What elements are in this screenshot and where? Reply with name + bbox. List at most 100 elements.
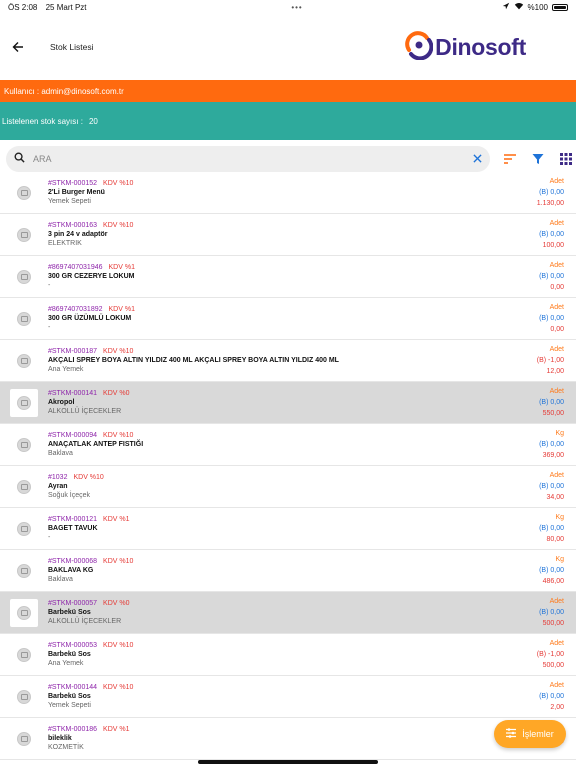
thumbnail-wrap xyxy=(0,353,48,368)
kdv-rate: KDV %10 xyxy=(103,179,134,187)
stock-info: #STKM-000057 KDV %0 Barbekü Sos ALKOLLÜ İÇE… xyxy=(48,600,486,626)
code-line: #STKM-000094 KDV %10 xyxy=(48,432,486,440)
stock-code: #1032 xyxy=(48,473,68,481)
image-placeholder-icon xyxy=(17,437,31,452)
image-placeholder-icon xyxy=(17,563,31,578)
stock-quantity: (B) -1,00 xyxy=(536,650,564,658)
stock-row[interactable]: #STKM-000187 KDV %10 AKÇALI SPREY BOYA ALT… xyxy=(0,340,576,382)
stock-name: Akropol xyxy=(48,398,75,406)
stock-row[interactable]: #STKM-000094 KDV %10 ANAÇATLAK ANTEP FISTI… xyxy=(0,424,576,466)
kdv-rate: KDV %10 xyxy=(103,641,134,649)
stock-code: #STKM-000163 xyxy=(48,221,98,229)
stock-name: BAKLAVA KG xyxy=(48,566,94,574)
stock-row[interactable]: #STKM-000186KDV %1bileklikKOZMETİK16,00 xyxy=(0,718,576,760)
stock-info: #STKM-000163 KDV %10 3 pin 24 v adaptör ELE… xyxy=(48,222,486,248)
stock-code: #STKM-000053 xyxy=(48,641,98,649)
kdv-rate: KDV %1 xyxy=(108,305,135,313)
back-arrow-icon[interactable] xyxy=(8,37,28,57)
stock-unit: Adet xyxy=(549,303,564,311)
image-placeholder-icon xyxy=(17,269,31,284)
stock-row[interactable]: #STKM-000068 KDV %10 BAKLAVA KG Baklava Kg (B… xyxy=(0,550,576,592)
image-placeholder-icon xyxy=(17,647,31,662)
stock-name: 300 GR ÜZÜMLÜ LOKUM xyxy=(48,314,132,322)
search-input[interactable] xyxy=(33,154,473,164)
status-date: 25 Mart Pzt xyxy=(45,2,87,12)
filter-icon[interactable] xyxy=(530,151,546,167)
stock-name: ANAÇATLAK ANTEP FISTIĞI xyxy=(48,440,144,448)
stock-name: Barbekü Sos xyxy=(48,608,91,616)
stock-code: #8697407031892 xyxy=(48,305,103,313)
stock-values: Adet (B) 0,00 1.130,00 xyxy=(486,178,576,208)
code-line: #STKM-000053 KDV %10 xyxy=(48,642,486,650)
stock-code: #STKM-000057 xyxy=(48,599,98,607)
stock-quantity: (B) 0,00 xyxy=(539,440,564,448)
islemler-button[interactable]: İşlemler xyxy=(494,720,566,748)
stock-info: #STKM-000053 KDV %10 Barbekü Sos Ana Yemek xyxy=(48,642,486,668)
code-line: #STKM-000186 KDV %1 xyxy=(48,726,486,734)
stock-quantity: (B) 0,00 xyxy=(539,188,564,196)
islemler-label: İşlemler xyxy=(522,729,554,739)
search-row xyxy=(0,142,576,176)
stock-group: Soğuk İçeçek xyxy=(48,491,91,499)
stock-code: #STKM-000094 xyxy=(48,431,98,439)
stock-price: 1.130,00 xyxy=(536,199,564,207)
stock-code: #STKM-000141 xyxy=(48,389,98,397)
stock-group: Ana Yemek xyxy=(48,659,84,667)
stock-row[interactable]: #STKM-000163 KDV %10 3 pin 24 v adaptör ELE… xyxy=(0,214,576,256)
battery-percent: %100 xyxy=(527,2,548,12)
code-line: #STKM-000121 KDV %1 xyxy=(48,516,486,524)
stock-values: Adet (B) -1,00 12,00 xyxy=(486,346,576,376)
kdv-rate: KDV %10 xyxy=(103,683,134,691)
stock-code: #STKM-000186 xyxy=(48,725,98,733)
stock-row[interactable]: #STKM-000057 KDV %0 Barbekü Sos ALKOLLÜ İÇE… xyxy=(0,592,576,634)
code-line: #STKM-000152 KDV %10 xyxy=(48,180,486,188)
kdv-rate: KDV %10 xyxy=(103,431,134,439)
thumbnail-wrap xyxy=(0,598,48,627)
home-indicator[interactable] xyxy=(198,760,378,764)
stock-values: Adet (B) 0,00 2,00 xyxy=(486,682,576,712)
logo-mark-icon xyxy=(405,30,434,65)
stock-quantity: (B) 0,00 xyxy=(539,524,564,532)
stock-quantity: (B) 0,00 xyxy=(539,272,564,280)
code-line: #1032 KDV %10 xyxy=(48,474,486,482)
stock-values: Kg (B) 0,00 369,00 xyxy=(486,430,576,460)
stock-group: - xyxy=(48,281,51,289)
grid-view-icon[interactable] xyxy=(558,151,574,167)
stock-code: #STKM-000068 xyxy=(48,557,98,565)
thumbnail-box xyxy=(10,388,38,417)
stock-group: - xyxy=(48,323,51,331)
wifi-icon xyxy=(514,2,524,12)
stock-row[interactable]: #STKM-000141 KDV %0 Akropol ALKOLLÜ İÇECEKL… xyxy=(0,382,576,424)
search-box[interactable] xyxy=(6,146,490,172)
clear-search-icon[interactable] xyxy=(473,150,482,168)
stock-quantity: (B) 0,00 xyxy=(539,230,564,238)
stock-unit: Adet xyxy=(549,681,564,689)
kdv-rate: KDV %1 xyxy=(108,263,135,271)
stock-row[interactable]: #STKM-000144 KDV %10 Barbekü Sos Yemek Sepe… xyxy=(0,676,576,718)
stock-info: #STKM-000186 KDV %1 bileklik KOZMETİK xyxy=(48,726,486,752)
code-line: #STKM-000144 KDV %10 xyxy=(48,684,486,692)
stock-row[interactable]: #8697407031892 KDV %1 300 GR ÜZÜMLÜ LOKUM -… xyxy=(0,298,576,340)
stock-values: Adet (B) 0,00 34,00 xyxy=(486,472,576,502)
stock-info: #8697407031892 KDV %1 300 GR ÜZÜMLÜ LOKUM - xyxy=(48,306,486,332)
stock-price: 2,00 xyxy=(550,703,564,711)
stock-row[interactable]: #STKM-000152 KDV %10 2'Li Burger Menü Yemek… xyxy=(0,172,576,214)
kdv-rate: KDV %1 xyxy=(103,725,130,733)
stock-unit: Kg xyxy=(555,429,564,437)
stock-group: ELEKTRIK xyxy=(48,239,82,247)
stock-quantity: (B) 0,00 xyxy=(539,692,564,700)
multitask-dots[interactable]: ••• xyxy=(291,3,302,12)
sort-icon[interactable] xyxy=(502,151,518,167)
stock-row[interactable]: #1032 KDV %10 Ayran Soğuk İçeçek Adet (B) 0,0… xyxy=(0,466,576,508)
stock-price: 0,00 xyxy=(550,283,564,291)
stock-row[interactable]: #STKM-000053 KDV %10 Barbekü Sos Ana Yemek A… xyxy=(0,634,576,676)
status-left: ÖS 2:08 25 Mart Pzt xyxy=(8,3,93,12)
stock-name: 2'Li Burger Menü xyxy=(48,188,105,196)
code-line: #STKM-000068 KDV %10 xyxy=(48,558,486,566)
stock-row[interactable]: #STKM-000121 KDV %1 BAGET TAVUK - Kg (B) 0,00… xyxy=(0,508,576,550)
stock-code: #STKM-000152 xyxy=(48,179,98,187)
thumbnail-wrap xyxy=(0,689,48,704)
operations-icon xyxy=(506,728,517,740)
stock-row[interactable]: #8697407031946 KDV %1 300 GR CEZERYE LOKUM… xyxy=(0,256,576,298)
stock-values: Kg (B) 0,00 486,00 xyxy=(486,556,576,586)
